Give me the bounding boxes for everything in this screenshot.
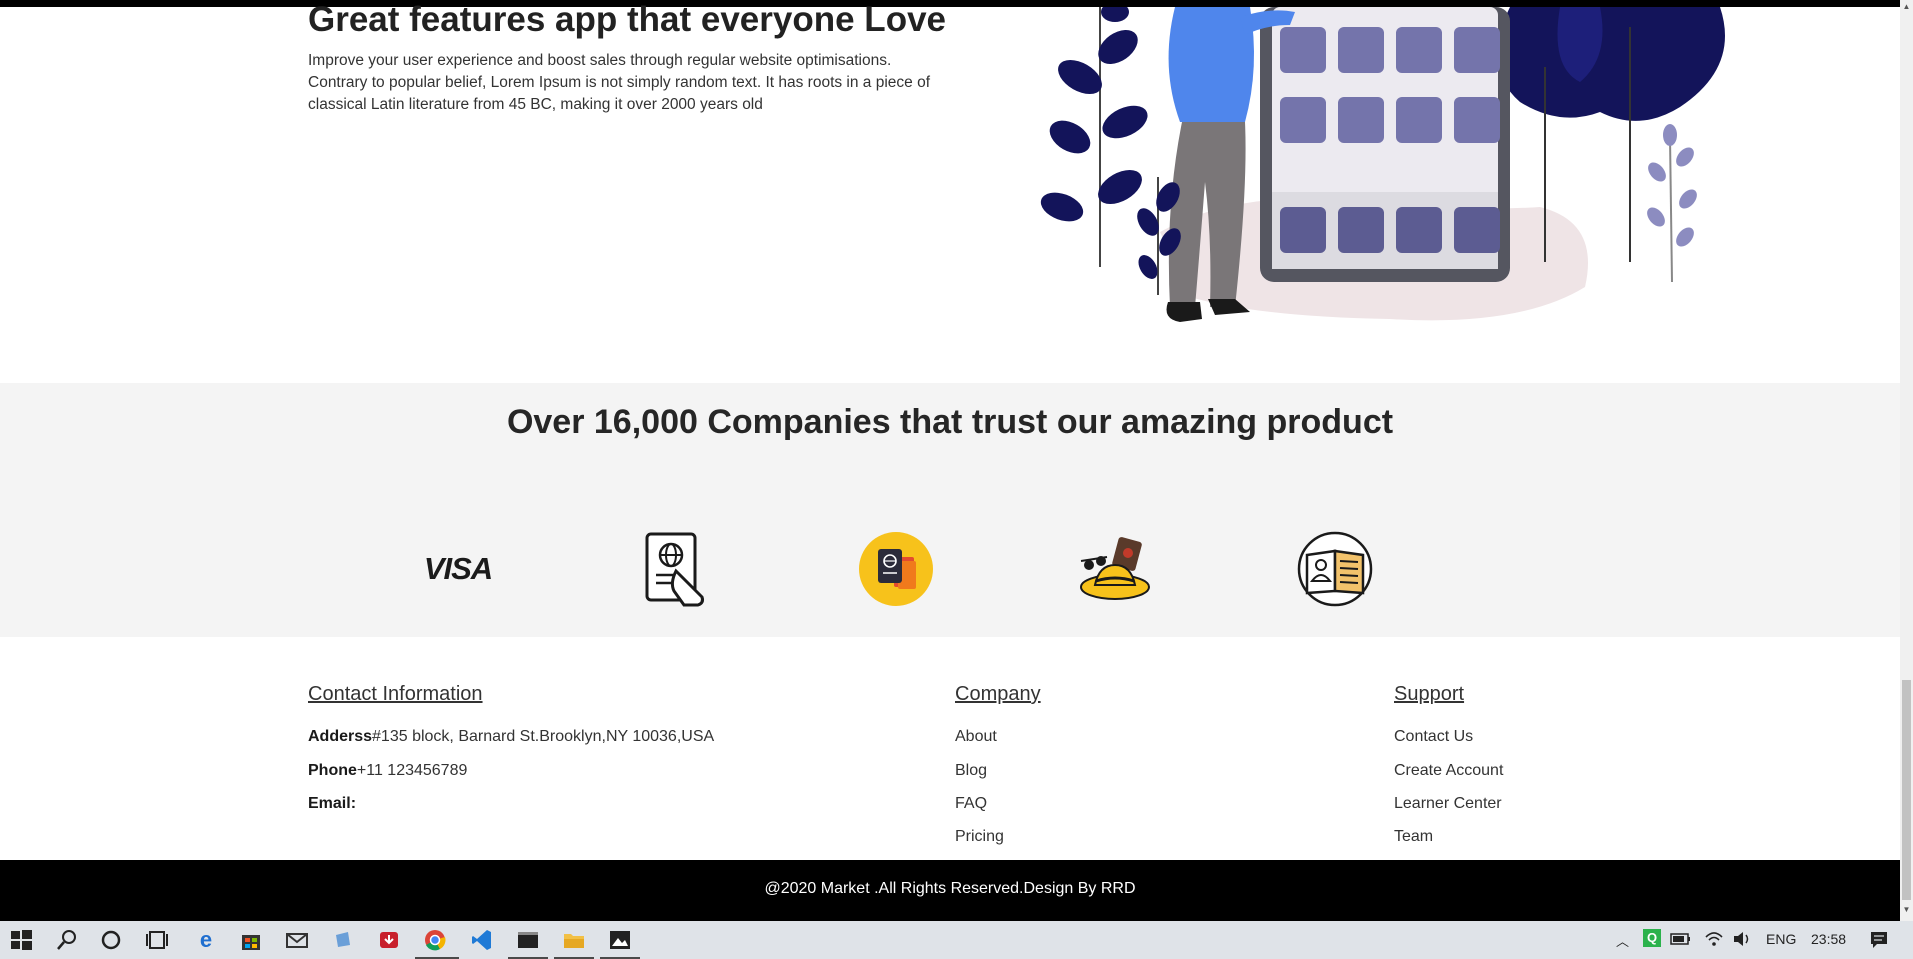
copyright-text: @2020 Market .All Rights Reserved.Design… (764, 880, 1136, 897)
address-label: Adderss (308, 728, 373, 745)
windows-taskbar: e ︿ Q ENG 23:58 (0, 921, 1913, 959)
contact-information-heading: Contact Information (308, 683, 483, 705)
email-label: Email: (308, 795, 357, 812)
contact-phone: Phone+11 123456789 (308, 762, 467, 780)
footer-link-faq[interactable]: FAQ (955, 795, 987, 813)
visa-logo: VISA (423, 551, 493, 586)
file-explorer-icon[interactable] (561, 927, 587, 953)
hero-description: Improve your user experience and boost s… (308, 52, 931, 113)
companies-title: Over 16,000 Companies that trust our ama… (506, 403, 1394, 441)
trusted-companies-section: Over 16,000 Companies that trust our ama… (0, 383, 1900, 637)
wifi-icon[interactable] (1704, 929, 1724, 949)
hero-title: Great features app that everyone Love (308, 0, 946, 39)
scroll-up-arrow-icon[interactable]: ▲ (1902, 2, 1911, 11)
terminal-icon[interactable] (515, 927, 541, 953)
app-icon[interactable] (330, 927, 356, 953)
support-heading: Support (1394, 683, 1465, 705)
store-icon[interactable] (238, 927, 264, 953)
footer-link-learner-center[interactable]: Learner Center (1394, 795, 1502, 813)
mail-icon[interactable] (284, 927, 310, 953)
footer-link-contact-us[interactable]: Contact Us (1394, 728, 1473, 746)
windows-start-icon[interactable] (8, 927, 34, 953)
footer-link-create-account[interactable]: Create Account (1394, 762, 1503, 780)
volume-icon[interactable] (1732, 930, 1752, 948)
clock-time[interactable]: 23:58 (1811, 931, 1846, 947)
task-view-icon[interactable] (144, 927, 170, 953)
cortana-icon[interactable] (98, 927, 124, 953)
footer-link-pricing[interactable]: Pricing (955, 828, 1004, 846)
search-icon[interactable] (54, 927, 80, 953)
chrome-icon[interactable] (422, 927, 448, 953)
photos-icon[interactable] (607, 927, 633, 953)
browser-top-edge (0, 0, 1913, 7)
footer-link-about[interactable]: About (955, 728, 997, 746)
notifications-icon[interactable] (1869, 930, 1889, 950)
language-indicator[interactable]: ENG (1766, 931, 1796, 947)
phone-value: +11 123456789 (356, 762, 468, 779)
download-icon[interactable] (376, 927, 402, 953)
show-hidden-icons-chevron-icon[interactable]: ︿ (1616, 931, 1629, 950)
travel-hat-icon (1080, 537, 1150, 600)
edge-icon[interactable]: e (193, 927, 219, 953)
contact-email: Email: (308, 795, 356, 813)
phone-label: Phone (308, 762, 357, 779)
page-scrollbar[interactable]: ▲ ▼ (1900, 0, 1913, 921)
passport-circle-icon (859, 532, 933, 606)
q-app-tray-icon[interactable]: Q (1643, 929, 1661, 947)
footer-link-blog[interactable]: Blog (955, 762, 987, 780)
passport-hand-icon (645, 532, 704, 607)
scroll-down-arrow-icon[interactable]: ▼ (1902, 905, 1911, 914)
company-heading: Company (955, 683, 1041, 705)
id-book-icon (1297, 531, 1373, 607)
vscode-icon[interactable] (469, 927, 495, 953)
scrollbar-thumb[interactable] (1902, 680, 1911, 900)
footer-link-team[interactable]: Team (1394, 828, 1433, 846)
contact-address: Adderss#135 block, Barnard St.Brooklyn,N… (308, 728, 714, 746)
hero-illustration (1040, 7, 1725, 322)
address-value: #135 block, Barnard St.Brooklyn,NY 10036… (372, 728, 715, 745)
battery-icon[interactable] (1670, 932, 1692, 946)
copyright-bar: @2020 Market .All Rights Reserved.Design… (0, 860, 1900, 921)
